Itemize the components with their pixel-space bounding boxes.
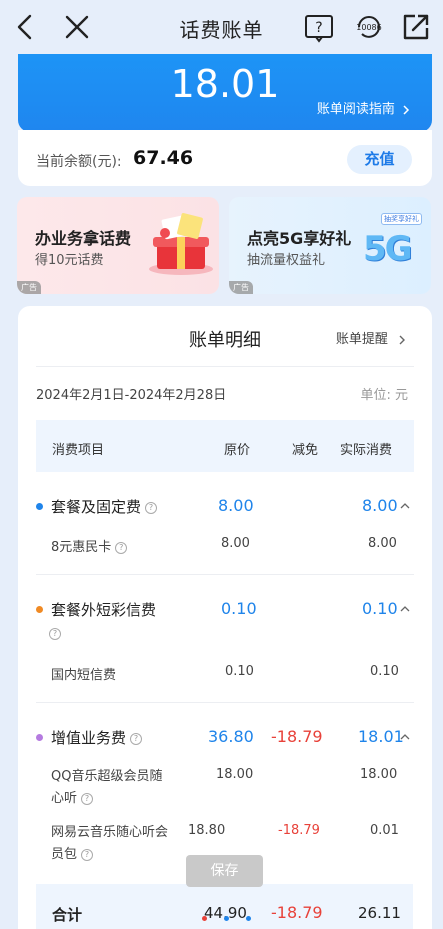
category-dot [36, 503, 43, 510]
bill-summary-card: 18.01 账单阅读指南 [18, 54, 432, 132]
svg-text:10086: 10086 [356, 23, 381, 32]
item-discount: -18.79 [278, 823, 320, 838]
divider [36, 366, 414, 367]
remind-label: 账单提醒 [335, 332, 388, 347]
category-name[interactable]: 套餐及固定费? [51, 496, 158, 517]
category-original: 8.00 [218, 496, 254, 515]
promo-subtitle: 得10元话费 [35, 253, 104, 268]
item-name: 8元惠民卡? [51, 536, 128, 555]
item-actual: 0.01 [370, 823, 399, 838]
header-actual: 实际消费 [340, 443, 393, 458]
help-icon[interactable]: ? [130, 732, 143, 745]
save-button[interactable]: 保存 [186, 855, 263, 887]
promo-banner-5g[interactable]: 点亮5G享好礼 抽流量权益礼 抽奖享好礼 5G 广告 [229, 197, 431, 294]
item-actual: 8.00 [368, 536, 397, 551]
category-discount: -18.79 [271, 727, 323, 746]
promo-title: 办业务拿话费 [35, 229, 132, 248]
bill-detail-card: 账单明细 账单提醒 2024年2月1日-2024年2月28日 单位: 元 消费项… [18, 306, 432, 929]
promo-title: 点亮5G享好礼 [247, 229, 352, 248]
chevron-right-icon [399, 335, 405, 344]
balance-card: 当前余额(元): 67.46 充值 [18, 130, 432, 186]
help-icon[interactable]: ? [49, 628, 61, 640]
header-discount: 减免 [292, 443, 319, 458]
chevron-right-icon [403, 104, 410, 115]
unit-label: 单位: 元 [360, 388, 408, 403]
page-dot [224, 916, 230, 921]
help-book-icon[interactable]: ? [302, 10, 336, 44]
header-original: 原价 [224, 443, 251, 458]
item-original: 18.80 [188, 823, 226, 838]
divider [36, 574, 414, 575]
item-name: 国内短信费 [51, 668, 117, 683]
svg-text:?: ? [315, 20, 322, 36]
item-original: 8.00 [221, 536, 250, 551]
table-header: 消费项目 原价 减免 实际消费 [36, 420, 414, 472]
item-actual: 0.10 [370, 664, 399, 679]
total-actual: 26.11 [358, 904, 401, 922]
ad-tag: 广告 [229, 281, 253, 294]
page-indicator [202, 906, 252, 925]
total-row: 合计 44.90 -18.79 26.11 [36, 884, 413, 929]
page-dot [202, 916, 207, 921]
promo-banner-business[interactable]: 办业务拿话费 得10元话费 广告 [17, 197, 219, 294]
recharge-button[interactable]: 充值 [347, 145, 412, 174]
date-range: 2024年2月1日-2024年2月28日 [36, 388, 227, 403]
item-label-line2: 员包 [51, 847, 78, 862]
help-icon[interactable]: ? [115, 541, 128, 554]
item-actual: 18.00 [360, 767, 398, 782]
bill-guide-link[interactable]: 账单阅读指南 [317, 98, 410, 117]
category-name[interactable]: 增值业务费? [51, 727, 143, 748]
chevron-up-icon[interactable] [400, 501, 410, 511]
item-label-line1: QQ音乐超级会员随 [51, 769, 163, 784]
help-icon[interactable]: ? [81, 848, 94, 861]
category-name[interactable]: 套餐外短彩信费 [51, 599, 156, 620]
total-discount: -18.79 [271, 903, 323, 922]
promo-badge: 抽奖享好礼 [381, 213, 422, 225]
bill-remind-link[interactable]: 账单提醒 [336, 328, 406, 347]
help-icon[interactable]: ? [81, 792, 94, 805]
category-dot [36, 606, 43, 613]
category-original: 36.80 [208, 727, 254, 746]
item-original: 18.00 [216, 767, 254, 782]
top-nav-bar: 话费账单 ? 10086 [0, 0, 443, 56]
category-actual: 18.01 [358, 727, 404, 746]
balance-value: 67.46 [133, 147, 194, 169]
item-name: 网易云音乐随心听会 员包? [51, 822, 168, 866]
category-dot [36, 734, 43, 741]
category-label: 套餐及固定费 [51, 498, 142, 516]
service-hotline-icon[interactable]: 10086 [352, 10, 386, 44]
chevron-up-icon[interactable] [400, 732, 410, 742]
gift-box-icon [149, 213, 213, 275]
balance-label: 当前余额(元): [36, 154, 122, 170]
item-label: 8元惠民卡 [51, 540, 112, 555]
category-actual: 8.00 [362, 496, 398, 515]
share-icon[interactable] [399, 10, 433, 44]
item-label-line1: 网易云音乐随心听会 [51, 825, 169, 840]
divider [36, 702, 414, 703]
chevron-up-icon[interactable] [400, 604, 410, 614]
total-label: 合计 [52, 906, 83, 924]
page-dot [246, 916, 252, 921]
item-label-line2: 心听 [51, 791, 78, 806]
category-label: 增值业务费 [51, 729, 127, 747]
promo-subtitle: 抽流量权益礼 [247, 253, 326, 268]
category-original: 0.10 [221, 599, 257, 618]
header-item: 消费项目 [52, 443, 105, 458]
bill-guide-label: 账单阅读指南 [316, 102, 395, 117]
ad-tag: 广告 [17, 281, 41, 294]
5g-logo: 5G [363, 229, 413, 269]
item-name: QQ音乐超级会员随 心听? [51, 766, 162, 810]
item-original: 0.10 [225, 664, 254, 679]
category-actual: 0.10 [362, 599, 398, 618]
help-icon[interactable]: ? [145, 501, 158, 514]
